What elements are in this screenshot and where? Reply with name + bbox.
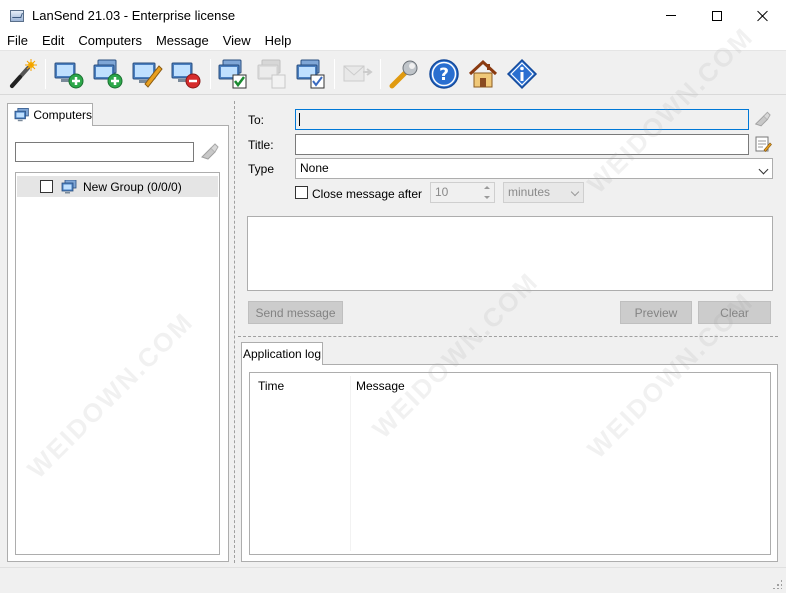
close-message-checkbox[interactable] <box>295 186 308 199</box>
tab-computers[interactable]: Computers <box>7 103 93 126</box>
spinner-up-icon[interactable] <box>481 183 493 192</box>
resize-grip-icon[interactable] <box>772 579 782 589</box>
to-label: To: <box>248 113 265 127</box>
to-field[interactable] <box>295 109 749 130</box>
computer-filter-input[interactable] <box>15 142 194 162</box>
select-computers-icon <box>296 59 325 89</box>
clear-button[interactable]: Clear <box>698 301 771 324</box>
templates-button[interactable] <box>754 135 772 153</box>
title-bar: LanSend 21.03 - Enterprise license <box>0 0 786 31</box>
title-input[interactable] <box>295 134 749 155</box>
type-select-value: None <box>300 161 329 175</box>
close-after-unit-select[interactable]: minutes <box>503 182 584 203</box>
check-all-icon <box>218 59 247 89</box>
preview-button[interactable]: Preview <box>620 301 692 324</box>
check-all-button[interactable] <box>216 57 250 91</box>
application-log-list[interactable] <box>249 372 771 555</box>
remove-computer-button[interactable] <box>169 57 203 91</box>
vertical-splitter[interactable] <box>234 101 235 563</box>
type-label: Type <box>248 162 275 176</box>
computer-tree[interactable] <box>15 172 220 555</box>
menu-help[interactable]: Help <box>258 31 299 51</box>
column-divider[interactable] <box>350 376 351 551</box>
help-button[interactable]: ? <box>427 57 461 91</box>
tab-computers-label: Computers <box>33 108 92 122</box>
add-group-icon <box>93 59 123 89</box>
add-computer-icon <box>54 62 84 89</box>
maximize-icon <box>712 10 722 21</box>
horizontal-splitter[interactable] <box>238 336 778 337</box>
add-computer-button[interactable] <box>52 57 86 91</box>
app-icon <box>10 9 24 22</box>
send-message-button[interactable]: Send message <box>248 301 343 324</box>
about-button[interactable] <box>505 57 539 91</box>
spinner-down-icon[interactable] <box>481 193 493 202</box>
home-icon <box>468 59 498 88</box>
wizard-icon <box>10 59 37 88</box>
minimize-button[interactable] <box>648 0 694 31</box>
menu-bar: File Edit Computers Message View Help <box>0 31 786 51</box>
eraser-icon <box>201 143 219 160</box>
settings-wrench-icon <box>389 60 418 89</box>
edit-computer-icon <box>132 62 163 88</box>
window-title: LanSend 21.03 - Enterprise license <box>32 8 236 23</box>
close-button[interactable] <box>740 0 786 31</box>
eraser-icon <box>754 111 771 127</box>
wizard-button[interactable] <box>5 57 39 91</box>
tab-application-log[interactable]: Application log <box>241 342 323 365</box>
help-icon: ? <box>429 59 459 89</box>
status-bar <box>0 567 786 593</box>
close-after-value: 10 <box>435 185 449 199</box>
menu-view[interactable]: View <box>216 31 258 51</box>
tree-item-label: New Group (0/0/0) <box>83 179 182 194</box>
text-caret <box>299 113 300 126</box>
message-textarea[interactable] <box>247 216 773 291</box>
close-icon <box>757 10 769 22</box>
menu-message[interactable]: Message <box>149 31 216 51</box>
tab-application-log-label: Application log <box>242 347 322 361</box>
menu-edit[interactable]: Edit <box>35 31 71 51</box>
about-icon <box>506 58 538 90</box>
svg-text:?: ? <box>439 65 449 85</box>
add-group-button[interactable] <box>91 57 125 91</box>
group-icon <box>61 179 77 193</box>
tree-item-new-group[interactable]: New Group (0/0/0) <box>17 176 218 197</box>
edit-computer-button[interactable] <box>130 57 164 91</box>
minimize-icon <box>666 15 676 16</box>
uncheck-all-icon <box>257 59 286 89</box>
filter-button[interactable] <box>199 143 219 161</box>
toolbar: ? <box>0 51 786 95</box>
maximize-button[interactable] <box>694 0 740 31</box>
close-after-spinner[interactable]: 10 <box>430 182 495 203</box>
tree-item-checkbox[interactable] <box>40 180 53 193</box>
title-label: Title: <box>248 138 274 152</box>
close-after-unit-value: minutes <box>508 185 551 199</box>
column-header-time[interactable]: Time <box>258 379 284 393</box>
home-button[interactable] <box>466 57 500 91</box>
uncheck-all-button[interactable] <box>255 57 289 91</box>
column-header-message[interactable]: Message <box>356 379 405 393</box>
send-message-icon <box>343 65 373 82</box>
menu-file[interactable]: File <box>0 31 35 51</box>
remove-computer-icon <box>171 62 201 89</box>
send-message-toolbar-button[interactable] <box>340 57 374 91</box>
template-edit-icon <box>755 136 772 152</box>
type-select[interactable]: None <box>295 158 773 179</box>
chevron-down-icon <box>570 187 580 197</box>
menu-computers[interactable]: Computers <box>71 31 149 51</box>
clear-recipients-button[interactable] <box>753 111 771 128</box>
computers-icon <box>14 108 29 122</box>
select-computers-button[interactable] <box>294 57 328 91</box>
settings-button[interactable] <box>387 57 421 91</box>
close-message-label: Close message after <box>312 187 423 201</box>
chevron-down-icon <box>758 164 769 175</box>
